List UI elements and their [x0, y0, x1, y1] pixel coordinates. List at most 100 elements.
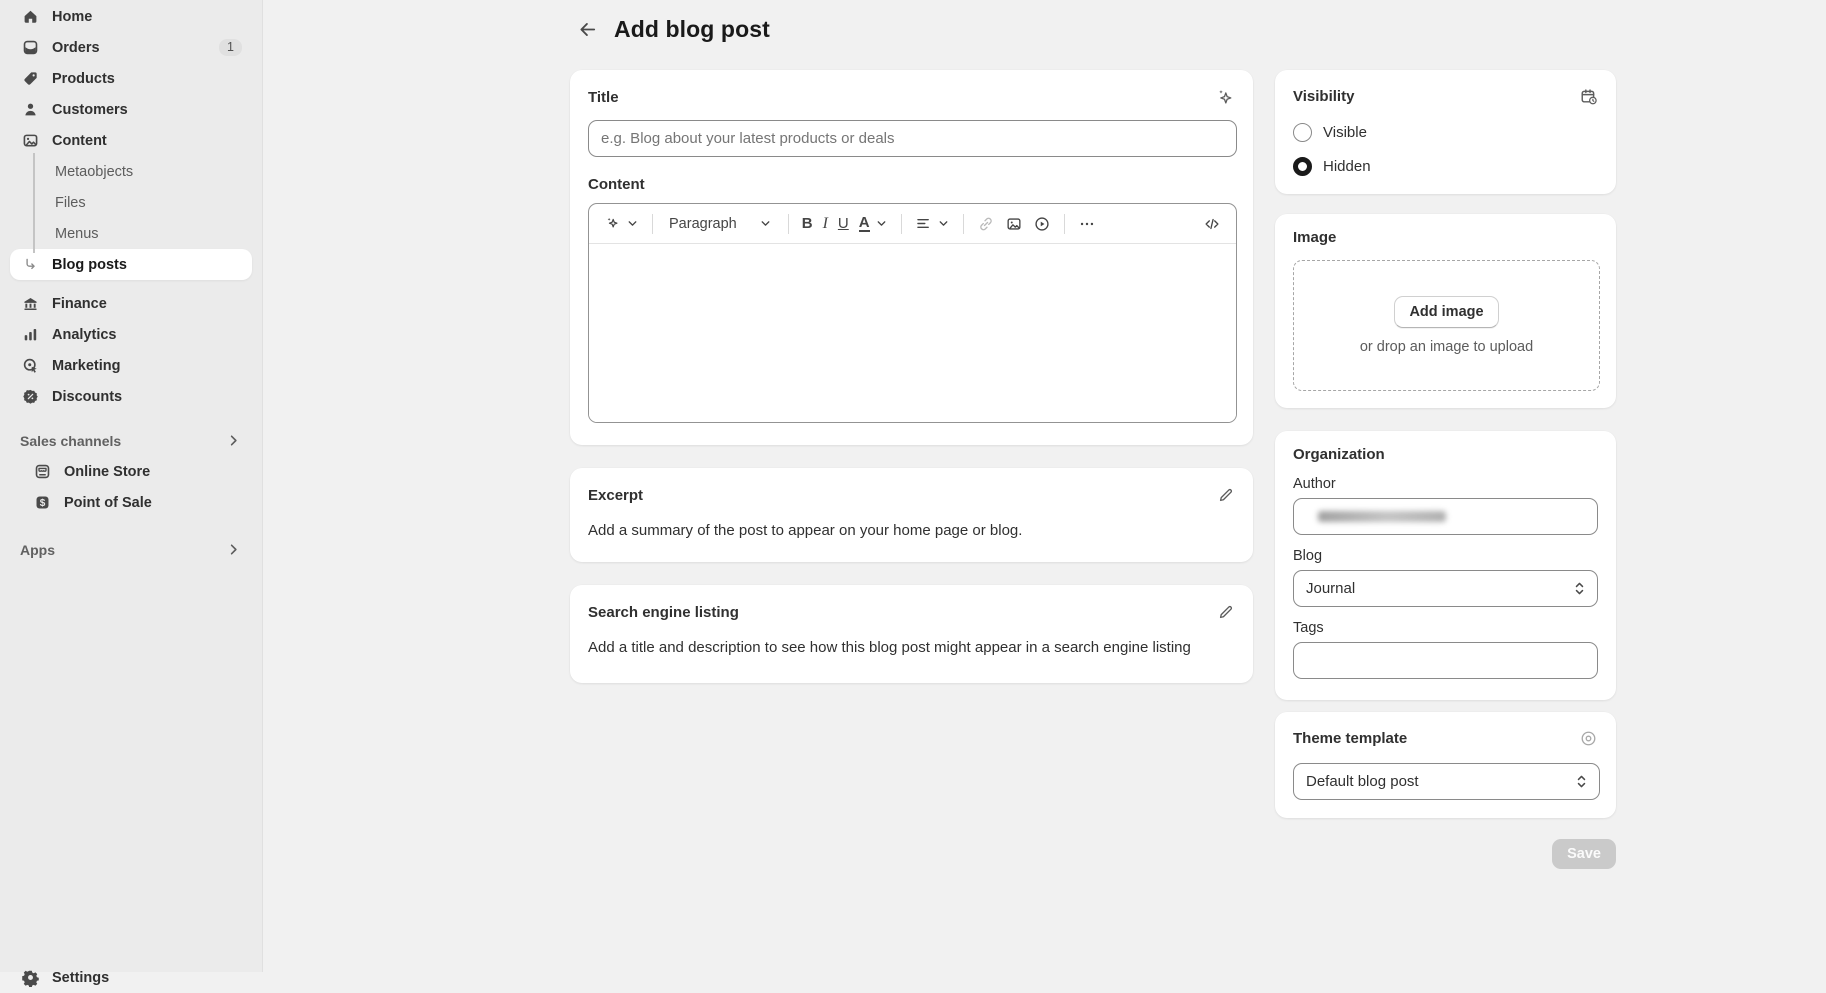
toolbar-divider [788, 214, 789, 234]
author-input[interactable] [1293, 498, 1598, 535]
bold-button[interactable]: B [797, 211, 818, 236]
content-area: Title Content [570, 70, 1616, 869]
visibility-option-hidden[interactable]: Hidden [1293, 157, 1600, 176]
editor-toolbar: Paragraph B I U A [589, 204, 1236, 244]
image-title: Image [1293, 229, 1336, 246]
chevron-right-icon [226, 542, 242, 558]
sparkle-ai-icon [604, 215, 621, 232]
add-image-button[interactable]: Add image [1394, 296, 1498, 328]
back-button[interactable] [572, 14, 602, 44]
author-value-redacted [1318, 511, 1446, 522]
theme-template-value: Default blog post [1306, 773, 1419, 790]
chevron-down-icon [875, 217, 888, 230]
sidebar-item-menus[interactable]: Menus [10, 218, 252, 249]
radio-visible[interactable] [1293, 123, 1312, 142]
sidebar-section-apps[interactable]: Apps [10, 534, 252, 565]
author-label: Author [1293, 476, 1598, 492]
sidebar-item-finance[interactable]: Finance [10, 288, 252, 319]
theme-template-title: Theme template [1293, 730, 1407, 747]
sidebar-item-label: Content [52, 133, 107, 149]
excerpt-description: Add a summary of the post to appear on y… [588, 521, 1237, 541]
discounts-icon [20, 387, 40, 407]
sidebar-item-metaobjects[interactable]: Metaobjects [10, 156, 252, 187]
pencil-icon [1217, 486, 1235, 504]
italic-icon: I [823, 215, 828, 233]
sidebar-item-label: Orders [52, 40, 100, 56]
show-html-button[interactable] [1198, 211, 1226, 237]
sidebar-item-discounts[interactable]: Discounts [10, 381, 252, 412]
more-options-button[interactable] [1073, 211, 1101, 237]
orders-icon [20, 38, 40, 58]
sidebar-item-customers[interactable]: Customers [10, 94, 252, 125]
chevron-down-icon [626, 217, 639, 230]
align-icon [915, 215, 932, 232]
finance-icon [20, 294, 40, 314]
home-icon [20, 7, 40, 27]
sidebar-item-label: Analytics [52, 327, 116, 343]
image-dropzone[interactable]: Add image or drop an image to upload [1293, 260, 1600, 391]
ai-generate-button[interactable] [1212, 85, 1237, 110]
italic-button[interactable]: I [818, 211, 833, 237]
sidebar-item-blog-posts[interactable]: Blog posts [10, 249, 252, 280]
tags-input[interactable] [1293, 642, 1598, 679]
sidebar-item-content[interactable]: Content [10, 125, 252, 156]
edit-seo-button[interactable] [1215, 601, 1237, 623]
products-icon [20, 69, 40, 89]
theme-template-select[interactable]: Default blog post [1293, 763, 1600, 800]
sidebar-item-files[interactable]: Files [10, 187, 252, 218]
title-input[interactable] [588, 120, 1237, 157]
sidebar-item-point-of-sale[interactable]: $ Point of Sale [10, 487, 252, 518]
more-dots-icon [1078, 215, 1096, 233]
seo-description: Add a title and description to see how t… [588, 638, 1237, 658]
insert-image-button[interactable] [1000, 211, 1028, 237]
alignment-dropdown[interactable] [910, 211, 955, 236]
analytics-icon [20, 325, 40, 345]
visibility-title: Visibility [1293, 88, 1354, 105]
gear-icon [20, 968, 40, 988]
save-row: Save [1275, 839, 1616, 869]
tags-label: Tags [1293, 620, 1598, 636]
pencil-icon [1217, 603, 1235, 621]
sidebar-item-label: Online Store [64, 464, 150, 480]
visibility-option-visible[interactable]: Visible [1293, 123, 1600, 142]
content-label: Content [588, 176, 1237, 193]
save-button[interactable]: Save [1552, 839, 1616, 869]
seo-title: Search engine listing [588, 604, 739, 621]
radio-hidden[interactable] [1293, 157, 1312, 176]
section-label: Sales channels [20, 433, 121, 449]
sidebar-item-label: Menus [55, 226, 99, 242]
title-label: Title [588, 89, 619, 106]
search-engine-listing-card: Search engine listing Add a title and de… [570, 585, 1253, 682]
link-icon [977, 215, 995, 233]
sidebar-item-analytics[interactable]: Analytics [10, 319, 252, 350]
text-color-button[interactable]: A [854, 211, 893, 237]
content-tree-line [33, 153, 35, 253]
insert-link-button[interactable] [972, 211, 1000, 237]
editor-content-area[interactable] [589, 244, 1236, 422]
underline-button[interactable]: U [833, 211, 854, 236]
blog-select-value: Journal [1306, 580, 1355, 597]
sidebar-item-products[interactable]: Products [10, 63, 252, 94]
sidebar-item-home[interactable]: Home [10, 1, 252, 32]
sidebar-item-settings[interactable]: Settings [10, 962, 252, 993]
eye-icon [1579, 729, 1598, 748]
blog-label: Blog [1293, 548, 1598, 564]
sidebar-item-label: Blog posts [52, 257, 127, 273]
stepper-icon [1572, 580, 1587, 597]
schedule-visibility-button[interactable] [1577, 85, 1600, 108]
image-card: Image Add image or drop an image to uplo… [1275, 214, 1616, 408]
corner-arrow-icon [20, 255, 40, 275]
preview-button[interactable] [1577, 727, 1600, 750]
sidebar-item-online-store[interactable]: Online Store [10, 456, 252, 487]
paragraph-style-dropdown[interactable]: Paragraph [661, 212, 780, 236]
sidebar-section-sales-channels[interactable]: Sales channels [10, 425, 252, 456]
ai-assist-button[interactable] [599, 211, 644, 236]
sidebar-item-marketing[interactable]: Marketing [10, 350, 252, 381]
blog-select[interactable]: Journal [1293, 570, 1598, 607]
bold-icon: B [802, 215, 813, 232]
sidebar-item-orders[interactable]: Orders 1 [10, 32, 252, 63]
section-label: Apps [20, 542, 55, 558]
insert-video-button[interactable] [1028, 211, 1056, 237]
edit-excerpt-button[interactable] [1215, 484, 1237, 506]
underline-icon: U [838, 215, 849, 232]
